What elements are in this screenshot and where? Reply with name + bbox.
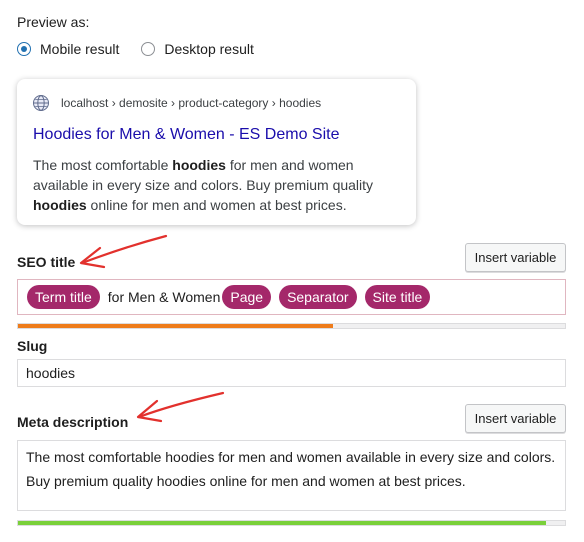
serp-title-link[interactable]: Hoodies for Men & Women - ES Demo Site [33, 126, 340, 144]
globe-icon [33, 95, 49, 111]
search-result-preview-card: localhost › demosite › product-category … [17, 79, 416, 225]
serp-description-keyword: hoodies [33, 197, 87, 213]
seo-title-input[interactable]: Term title for Men & Women Page Separator Si… [17, 279, 566, 315]
slug-input[interactable] [17, 359, 566, 387]
variable-pill-site-title[interactable]: Site title [364, 285, 431, 309]
variable-pill-page[interactable]: Page [222, 285, 272, 309]
annotation-arrow-meta-description [136, 391, 225, 423]
meta-description-progress-bar [17, 520, 566, 526]
serp-description-text: The most comfortable [33, 157, 173, 173]
desktop-result-option[interactable]: Desktop result [141, 41, 254, 57]
seo-title-progress-fill [18, 324, 333, 328]
annotation-arrow-seo-title [79, 234, 168, 269]
meta-description-label: Meta description [17, 414, 129, 430]
seo-title-insert-variable-button[interactable]: Insert variable [465, 243, 566, 272]
preview-as-label: Preview as: [17, 14, 90, 30]
desktop-result-radio[interactable] [141, 42, 156, 56]
meta-description-input[interactable]: The most comfortable hoodies for men and… [17, 440, 566, 511]
mobile-result-radio[interactable] [17, 42, 31, 56]
serp-description-keyword: hoodies [172, 157, 226, 173]
mobile-result-option[interactable]: Mobile result [17, 41, 119, 57]
desktop-result-label: Desktop result [164, 41, 254, 57]
variable-pill-separator[interactable]: Separator [279, 285, 357, 309]
meta-description-progress-fill [18, 521, 546, 525]
meta-description-insert-variable-button[interactable]: Insert variable [465, 404, 566, 433]
seo-title-label: SEO title [17, 254, 76, 270]
preview-mode-radio-group: Mobile result Desktop result [17, 41, 276, 57]
slug-label: Slug [17, 338, 48, 354]
serp-description-text: online for men and women at best prices. [86, 197, 347, 213]
variable-pill-term-title[interactable]: Term title [27, 285, 100, 309]
serp-description: The most comfortable hoodies for men and… [33, 155, 405, 215]
seo-title-progress-bar [17, 323, 566, 329]
seo-title-text: for Men & Women [107, 289, 221, 305]
mobile-result-label: Mobile result [40, 41, 120, 57]
serp-breadcrumb: localhost › demosite › product-category … [61, 96, 322, 110]
